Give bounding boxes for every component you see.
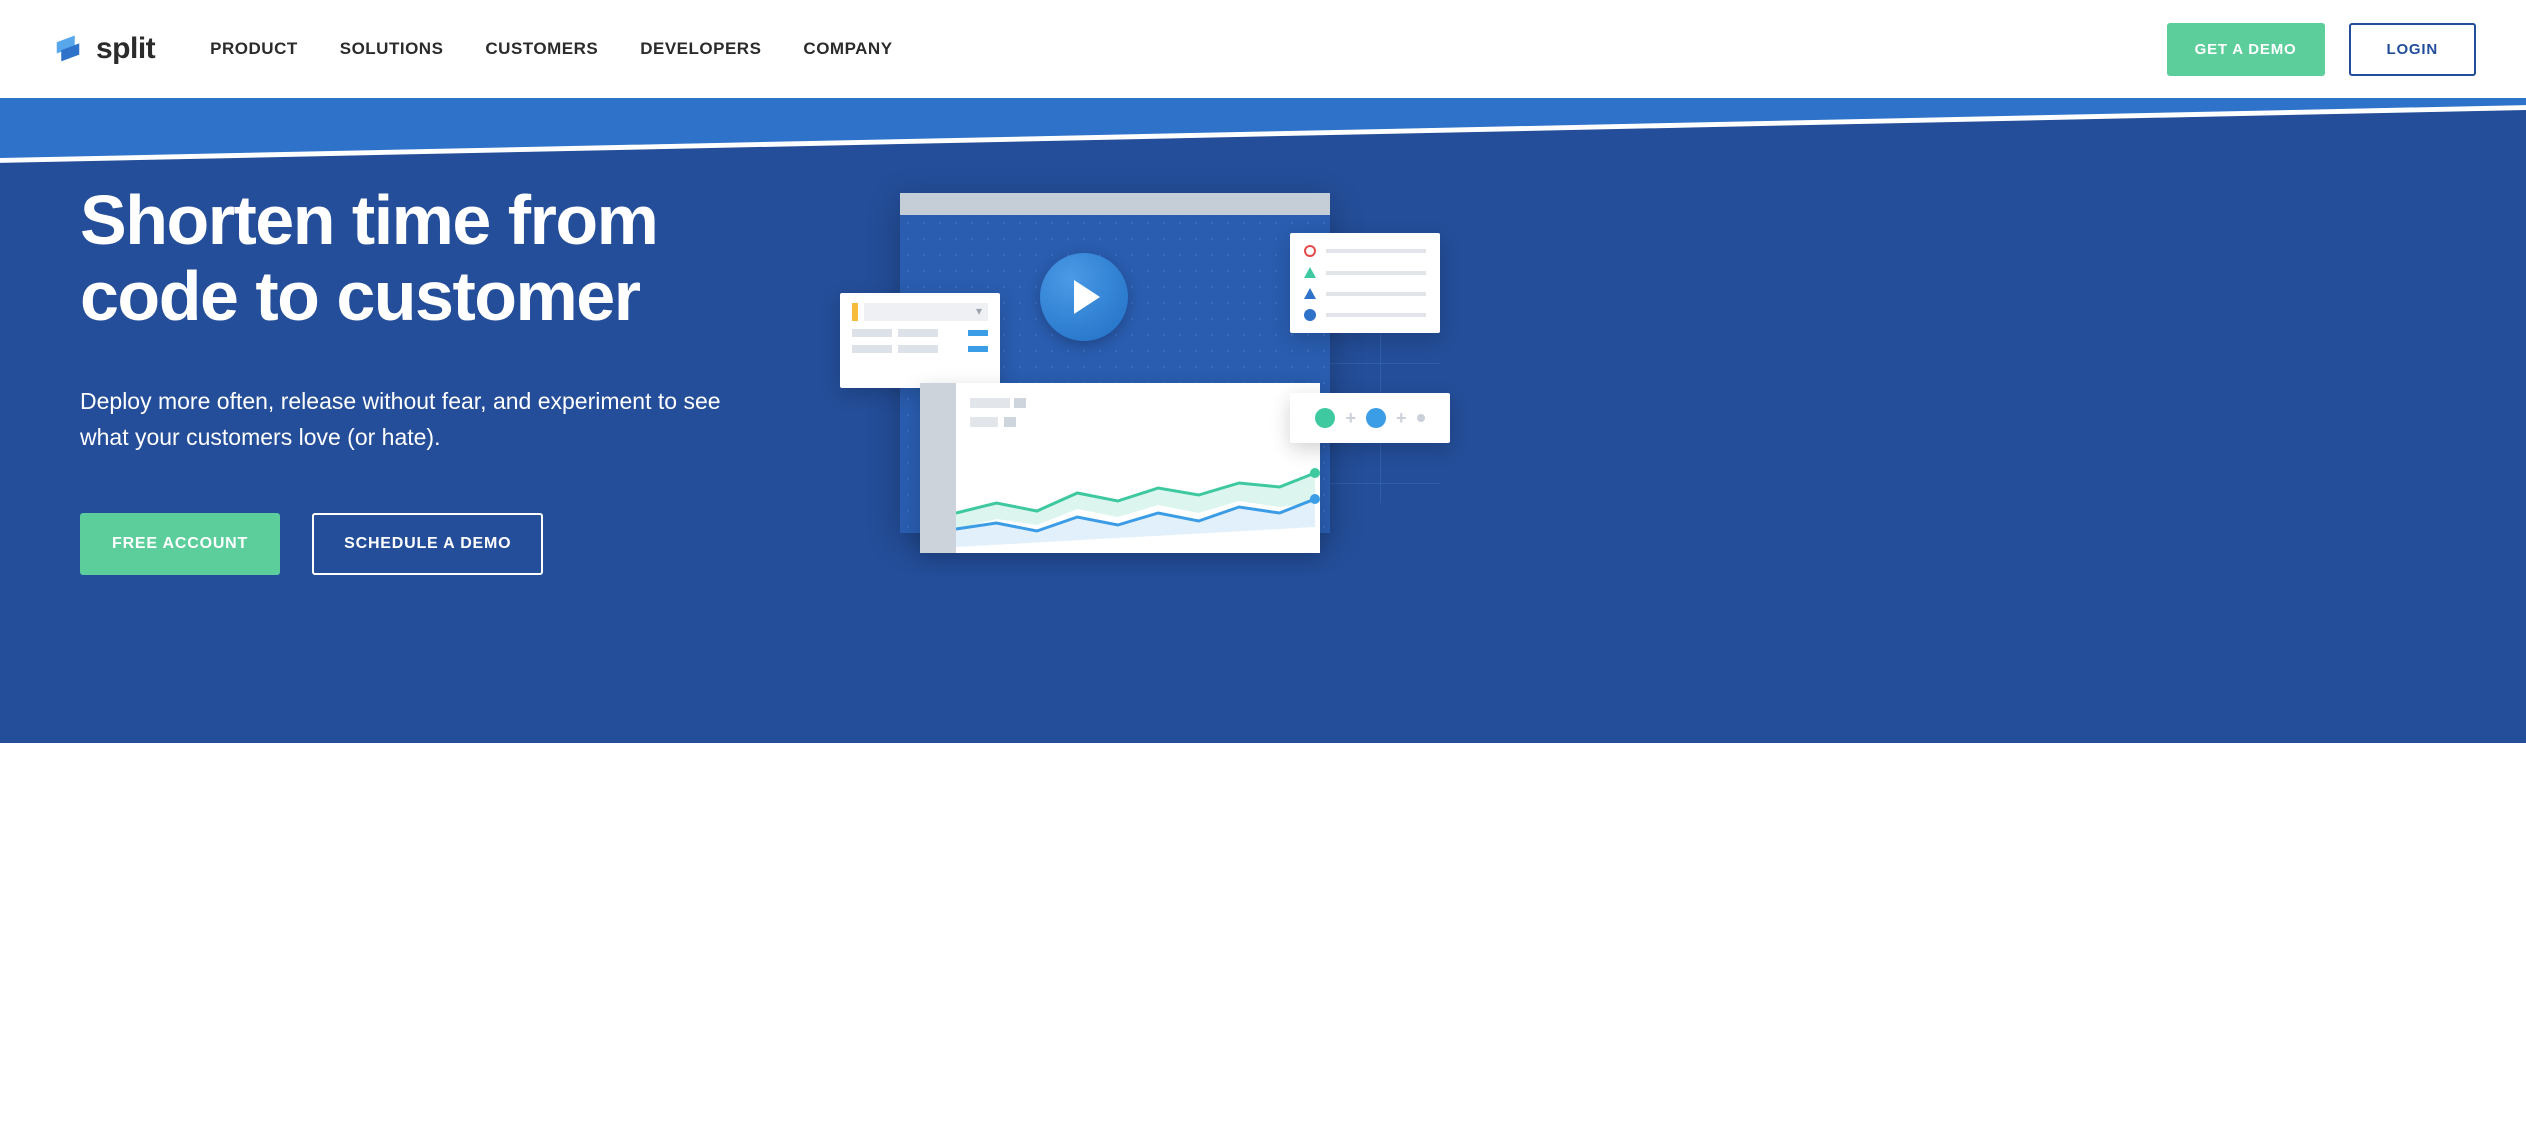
nav-item-customers[interactable]: CUSTOMERS — [485, 39, 598, 59]
triangle-icon — [1304, 288, 1316, 299]
schedule-a-demo-button[interactable]: SCHEDULE A DEMO — [312, 513, 543, 575]
hero-copy: Shorten time from code to customer Deplo… — [80, 183, 800, 623]
stub-line — [852, 329, 892, 337]
hero-form-panel — [840, 293, 1000, 388]
stub-line — [898, 329, 938, 337]
free-account-button[interactable]: FREE ACCOUNT — [80, 513, 280, 575]
hero-title: Shorten time from code to customer — [80, 183, 800, 334]
nav-item-solutions[interactable]: SOLUTIONS — [340, 39, 444, 59]
get-a-demo-button[interactable]: GET A DEMO — [2167, 23, 2325, 76]
site-header: split PRODUCT SOLUTIONS CUSTOMERS DEVELO… — [0, 0, 2526, 98]
plus-icon: + — [1396, 408, 1407, 429]
stub-line — [852, 345, 892, 353]
triangle-icon — [1304, 267, 1316, 278]
nav-item-product[interactable]: PRODUCT — [210, 39, 298, 59]
chip — [968, 346, 988, 352]
logo[interactable]: split — [50, 31, 155, 67]
chart-sidebar — [920, 383, 956, 553]
primary-nav: PRODUCT SOLUTIONS CUSTOMERS DEVELOPERS C… — [210, 39, 892, 59]
chart-lines-icon — [956, 443, 1320, 553]
hero-legend-panel — [1290, 233, 1440, 333]
dot-icon — [1366, 408, 1386, 428]
legend-line — [1326, 271, 1426, 275]
play-video-button[interactable] — [1040, 253, 1128, 341]
nav-item-company[interactable]: COMPANY — [803, 39, 892, 59]
nav-item-developers[interactable]: DEVELOPERS — [640, 39, 761, 59]
select-field-placeholder — [864, 303, 988, 321]
circle-icon — [1304, 245, 1316, 257]
legend-line — [1326, 249, 1426, 253]
split-logo-icon — [50, 31, 86, 67]
hero-illustration: + + — [840, 183, 1400, 623]
hero-toggles-panel: + + — [1290, 393, 1450, 443]
dot-icon — [1304, 309, 1316, 321]
marker-icon — [852, 303, 858, 321]
logo-text: split — [96, 32, 155, 66]
header-actions: GET A DEMO LOGIN — [2167, 23, 2476, 76]
dot-icon — [1417, 414, 1425, 422]
login-button[interactable]: LOGIN — [2349, 23, 2477, 76]
hero-subtitle: Deploy more often, release without fear,… — [80, 384, 760, 455]
hero-section: Shorten time from code to customer Deplo… — [0, 98, 2526, 743]
stub-line — [898, 345, 938, 353]
plus-icon: + — [1345, 408, 1356, 429]
hero-cta-row: FREE ACCOUNT SCHEDULE A DEMO — [80, 513, 800, 575]
legend-line — [1326, 292, 1426, 296]
hero-chart-panel — [920, 383, 1320, 553]
chip — [968, 330, 988, 336]
dot-icon — [1315, 408, 1335, 428]
legend-line — [1326, 313, 1426, 317]
chart-header-stubs — [970, 395, 1306, 432]
